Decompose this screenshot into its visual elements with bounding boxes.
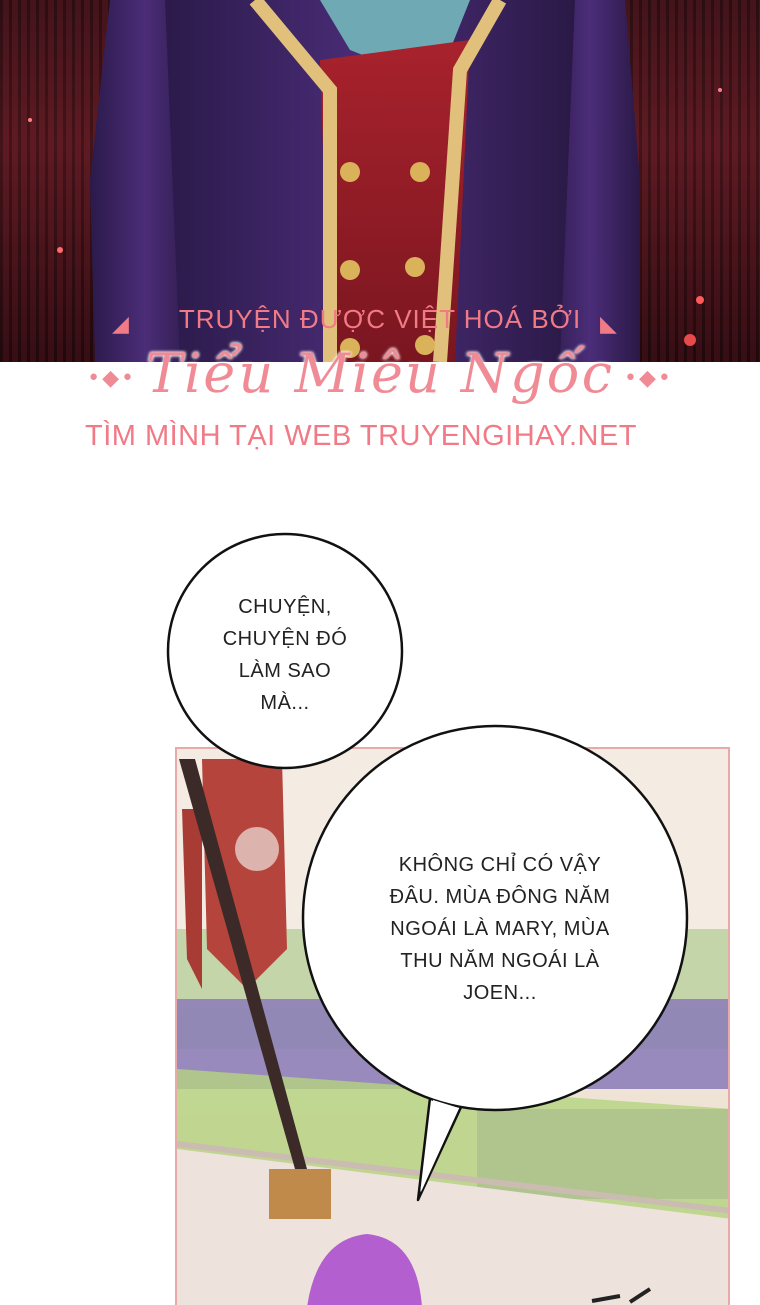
ornament-right-icon: ◣ — [600, 312, 617, 337]
credit-group-name-text: Tiểu Miêu Ngốc — [145, 342, 614, 405]
credit-translated-by: TRUYỆN ĐƯỢC VIỆT HOÁ BỞI — [178, 304, 582, 334]
garden-scene — [177, 749, 728, 1305]
diamond-dots-left-icon: •◆• — [87, 365, 136, 391]
bottom-comic-panel — [175, 747, 730, 1305]
diamond-dots-right-icon: •◆• — [624, 365, 673, 391]
speech-bubble-2-text: KHÔNG CHỈ CÓ VẬY ĐÂU. MÙA ĐÔNG NĂM NGOÁI… — [389, 854, 611, 1004]
credit-group-name: •◆• Tiểu Miêu Ngốc •◆• — [0, 342, 760, 405]
credit-website: TÌM MÌNH TẠI WEB TRUYENGIHAY.NET — [84, 420, 638, 452]
sound-effect-strokes — [591, 1287, 652, 1304]
speech-bubble-1-text: CHUYỆN, CHUYỆN ĐÓ LÀM SAO MÀ... — [222, 596, 348, 714]
